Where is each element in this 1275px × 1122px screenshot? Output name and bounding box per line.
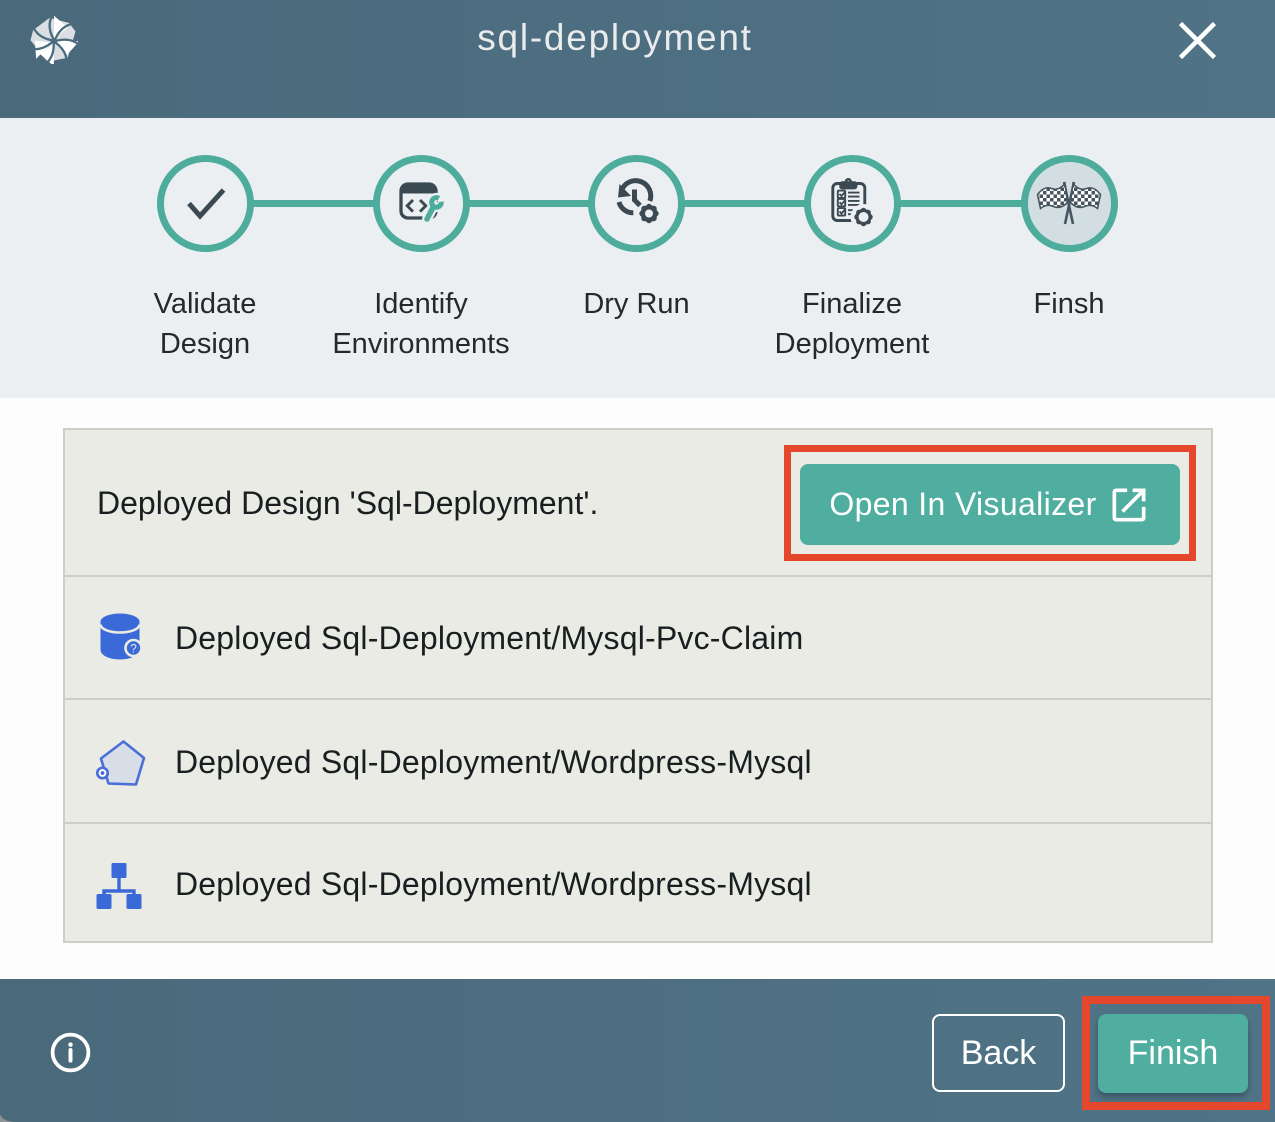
- svg-text:?: ?: [130, 642, 137, 656]
